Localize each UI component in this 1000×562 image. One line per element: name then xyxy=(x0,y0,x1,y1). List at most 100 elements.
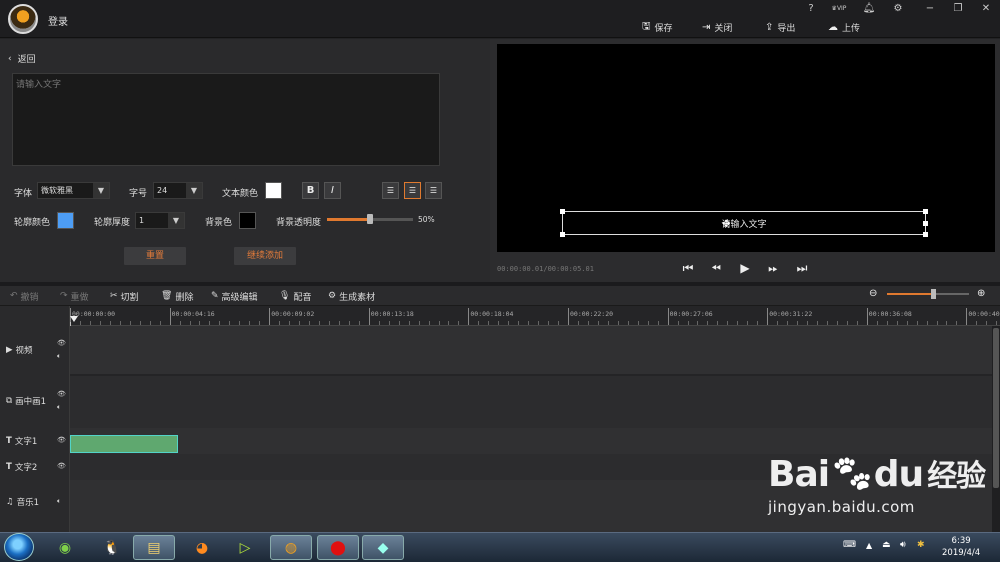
start-button[interactable] xyxy=(4,533,34,561)
eye-icon[interactable]: 👁︎ xyxy=(57,390,66,398)
task-firefox[interactable]: ◕ xyxy=(181,535,223,560)
task-video-app[interactable]: ▷ xyxy=(224,535,266,560)
ruler-minor-tick xyxy=(687,321,689,325)
font-select[interactable]: 微软雅黑 ▼ xyxy=(37,182,110,199)
save-button[interactable]: 🖫 保存 xyxy=(642,20,673,34)
align-right-icon[interactable]: ☰ xyxy=(425,182,442,199)
ruler-minor-tick xyxy=(448,321,450,325)
watermark-brand-c: 经验 xyxy=(927,459,986,494)
skip-start-icon[interactable]: ⏮ xyxy=(680,260,696,276)
redo-icon: ↷ xyxy=(60,291,68,301)
ruler-minor-tick xyxy=(358,321,360,325)
eye-icon[interactable]: 👁︎ xyxy=(57,462,66,470)
text-input[interactable] xyxy=(12,73,440,166)
back-button[interactable]: ‹ 返回 xyxy=(8,52,36,66)
task-notes[interactable]: ◆ xyxy=(362,535,404,560)
playhead[interactable] xyxy=(70,316,78,322)
cut-button[interactable]: ✂ 切割 xyxy=(110,289,139,303)
upload-button[interactable]: ☁ 上传 xyxy=(828,20,860,34)
ruler-minor-tick xyxy=(737,321,739,325)
ruler-minor-tick xyxy=(787,321,789,325)
bell-icon[interactable]: 🔔︎ xyxy=(861,2,877,16)
step-forward-icon[interactable]: ⏩︎ xyxy=(765,260,781,276)
ruler-minor-tick xyxy=(408,321,410,325)
speaker-icon[interactable]: 🔈︎ xyxy=(57,403,61,412)
task-qq[interactable]: 🐧 xyxy=(91,535,133,560)
eye-icon[interactable]: 👁︎ xyxy=(57,339,66,347)
italic-button[interactable]: I xyxy=(324,182,341,199)
ruler-minor-tick xyxy=(637,321,639,325)
ruler-minor-tick xyxy=(458,321,460,325)
restore-icon[interactable]: ❐ xyxy=(950,2,966,16)
resize-handle[interactable] xyxy=(923,221,928,226)
avatar[interactable] xyxy=(8,4,38,34)
outline-color-label: 轮廓颜色 xyxy=(14,218,51,228)
resize-handle[interactable] xyxy=(560,232,565,237)
play-icon[interactable]: ▶ xyxy=(737,260,753,276)
bg-opacity-label: 背景透明度 xyxy=(276,218,322,228)
bg-opacity-slider-handle[interactable] xyxy=(367,214,373,224)
text-color-swatch[interactable] xyxy=(265,182,282,199)
text-clip[interactable] xyxy=(70,435,178,453)
task-recorder[interactable]: ⬤ xyxy=(317,535,359,560)
bg-color-swatch[interactable] xyxy=(239,212,256,229)
vip-icon[interactable]: ♛VIP xyxy=(831,2,847,16)
login-link[interactable]: 登录 xyxy=(48,13,68,28)
speaker-icon[interactable]: 🔈︎ xyxy=(57,352,61,361)
gear-icon[interactable]: ⚙ xyxy=(890,2,906,16)
record-icon: ⬤ xyxy=(330,539,346,556)
reset-button[interactable]: 重置 xyxy=(124,247,186,265)
align-center-icon[interactable]: ☰ xyxy=(404,182,421,199)
zoom-out-icon[interactable]: ⊖ xyxy=(869,288,877,299)
zoom-in-icon[interactable]: ⊕ xyxy=(977,288,985,299)
keyboard-icon[interactable]: ⌨ xyxy=(843,540,856,550)
advanced-edit-button[interactable]: ✎ 高级编辑 xyxy=(211,289,258,303)
trash-icon: 🗑︎ xyxy=(161,291,173,301)
tray-chevron-icon[interactable]: ▲ xyxy=(866,541,872,550)
export-button[interactable]: ⇪ 导出 xyxy=(765,20,795,34)
delete-button[interactable]: 🗑︎ 删除 xyxy=(161,289,193,303)
dub-button[interactable]: 🎙︎ 配音 xyxy=(279,289,311,303)
resize-handle[interactable] xyxy=(923,209,928,214)
task-green-app[interactable]: ◉ xyxy=(44,535,86,560)
size-select[interactable]: 24 ▼ xyxy=(153,182,203,199)
redo-button[interactable]: ↷ 重做 xyxy=(60,289,89,303)
resize-handle[interactable] xyxy=(560,209,565,214)
ruler-minor-tick xyxy=(946,321,948,325)
generate-button[interactable]: ⚙ 生成素材 xyxy=(328,289,375,303)
ruler-minor-tick xyxy=(189,321,191,325)
ruler-minor-tick xyxy=(926,321,928,325)
resize-handle[interactable] xyxy=(923,232,928,237)
network-icon[interactable]: ✱ xyxy=(917,540,925,550)
minimize-icon[interactable]: − xyxy=(922,2,938,16)
help-icon[interactable]: ? xyxy=(803,2,819,16)
undo-button[interactable]: ↶ 撤销 xyxy=(10,289,39,303)
task-editor[interactable]: ◍ xyxy=(270,535,312,560)
ruler-minor-tick xyxy=(398,321,400,325)
volume-icon[interactable]: 🔊︎ xyxy=(900,540,906,550)
close-window-icon[interactable]: ✕ xyxy=(978,2,994,16)
outline-color-swatch[interactable] xyxy=(57,212,74,229)
speaker-icon[interactable]: 🔈︎ xyxy=(57,497,61,506)
outline-width-select[interactable]: 1 ▼ xyxy=(135,212,185,229)
video-track-lane[interactable] xyxy=(70,326,992,374)
align-left-icon[interactable]: ☰ xyxy=(382,182,399,199)
timeline-scrollbar-thumb[interactable] xyxy=(993,328,999,488)
zoom-slider-handle[interactable] xyxy=(930,289,936,299)
continue-add-button[interactable]: 继续添加 xyxy=(234,247,296,265)
text-overlay-box[interactable]: 请输入文字 xyxy=(562,211,926,235)
text1-track-lane[interactable] xyxy=(70,428,992,454)
close-project-button[interactable]: ⇥ 关闭 xyxy=(702,20,732,34)
ruler-minor-tick xyxy=(129,321,131,325)
ruler-minor-tick xyxy=(378,321,380,325)
system-clock[interactable]: 6:39 2019/4/4 xyxy=(942,535,980,559)
usb-icon[interactable]: ⏏ xyxy=(882,540,891,550)
eye-icon[interactable]: 👁︎ xyxy=(57,436,66,444)
bold-button[interactable]: B xyxy=(302,182,319,199)
task-explorer[interactable]: ▤ xyxy=(133,535,175,560)
ruler-minor-tick xyxy=(79,321,81,325)
ruler-minor-tick xyxy=(846,321,848,325)
skip-end-icon[interactable]: ⏭ xyxy=(794,260,810,276)
pip-track-lane[interactable] xyxy=(70,376,992,428)
step-back-icon[interactable]: ⏪︎ xyxy=(708,260,724,276)
